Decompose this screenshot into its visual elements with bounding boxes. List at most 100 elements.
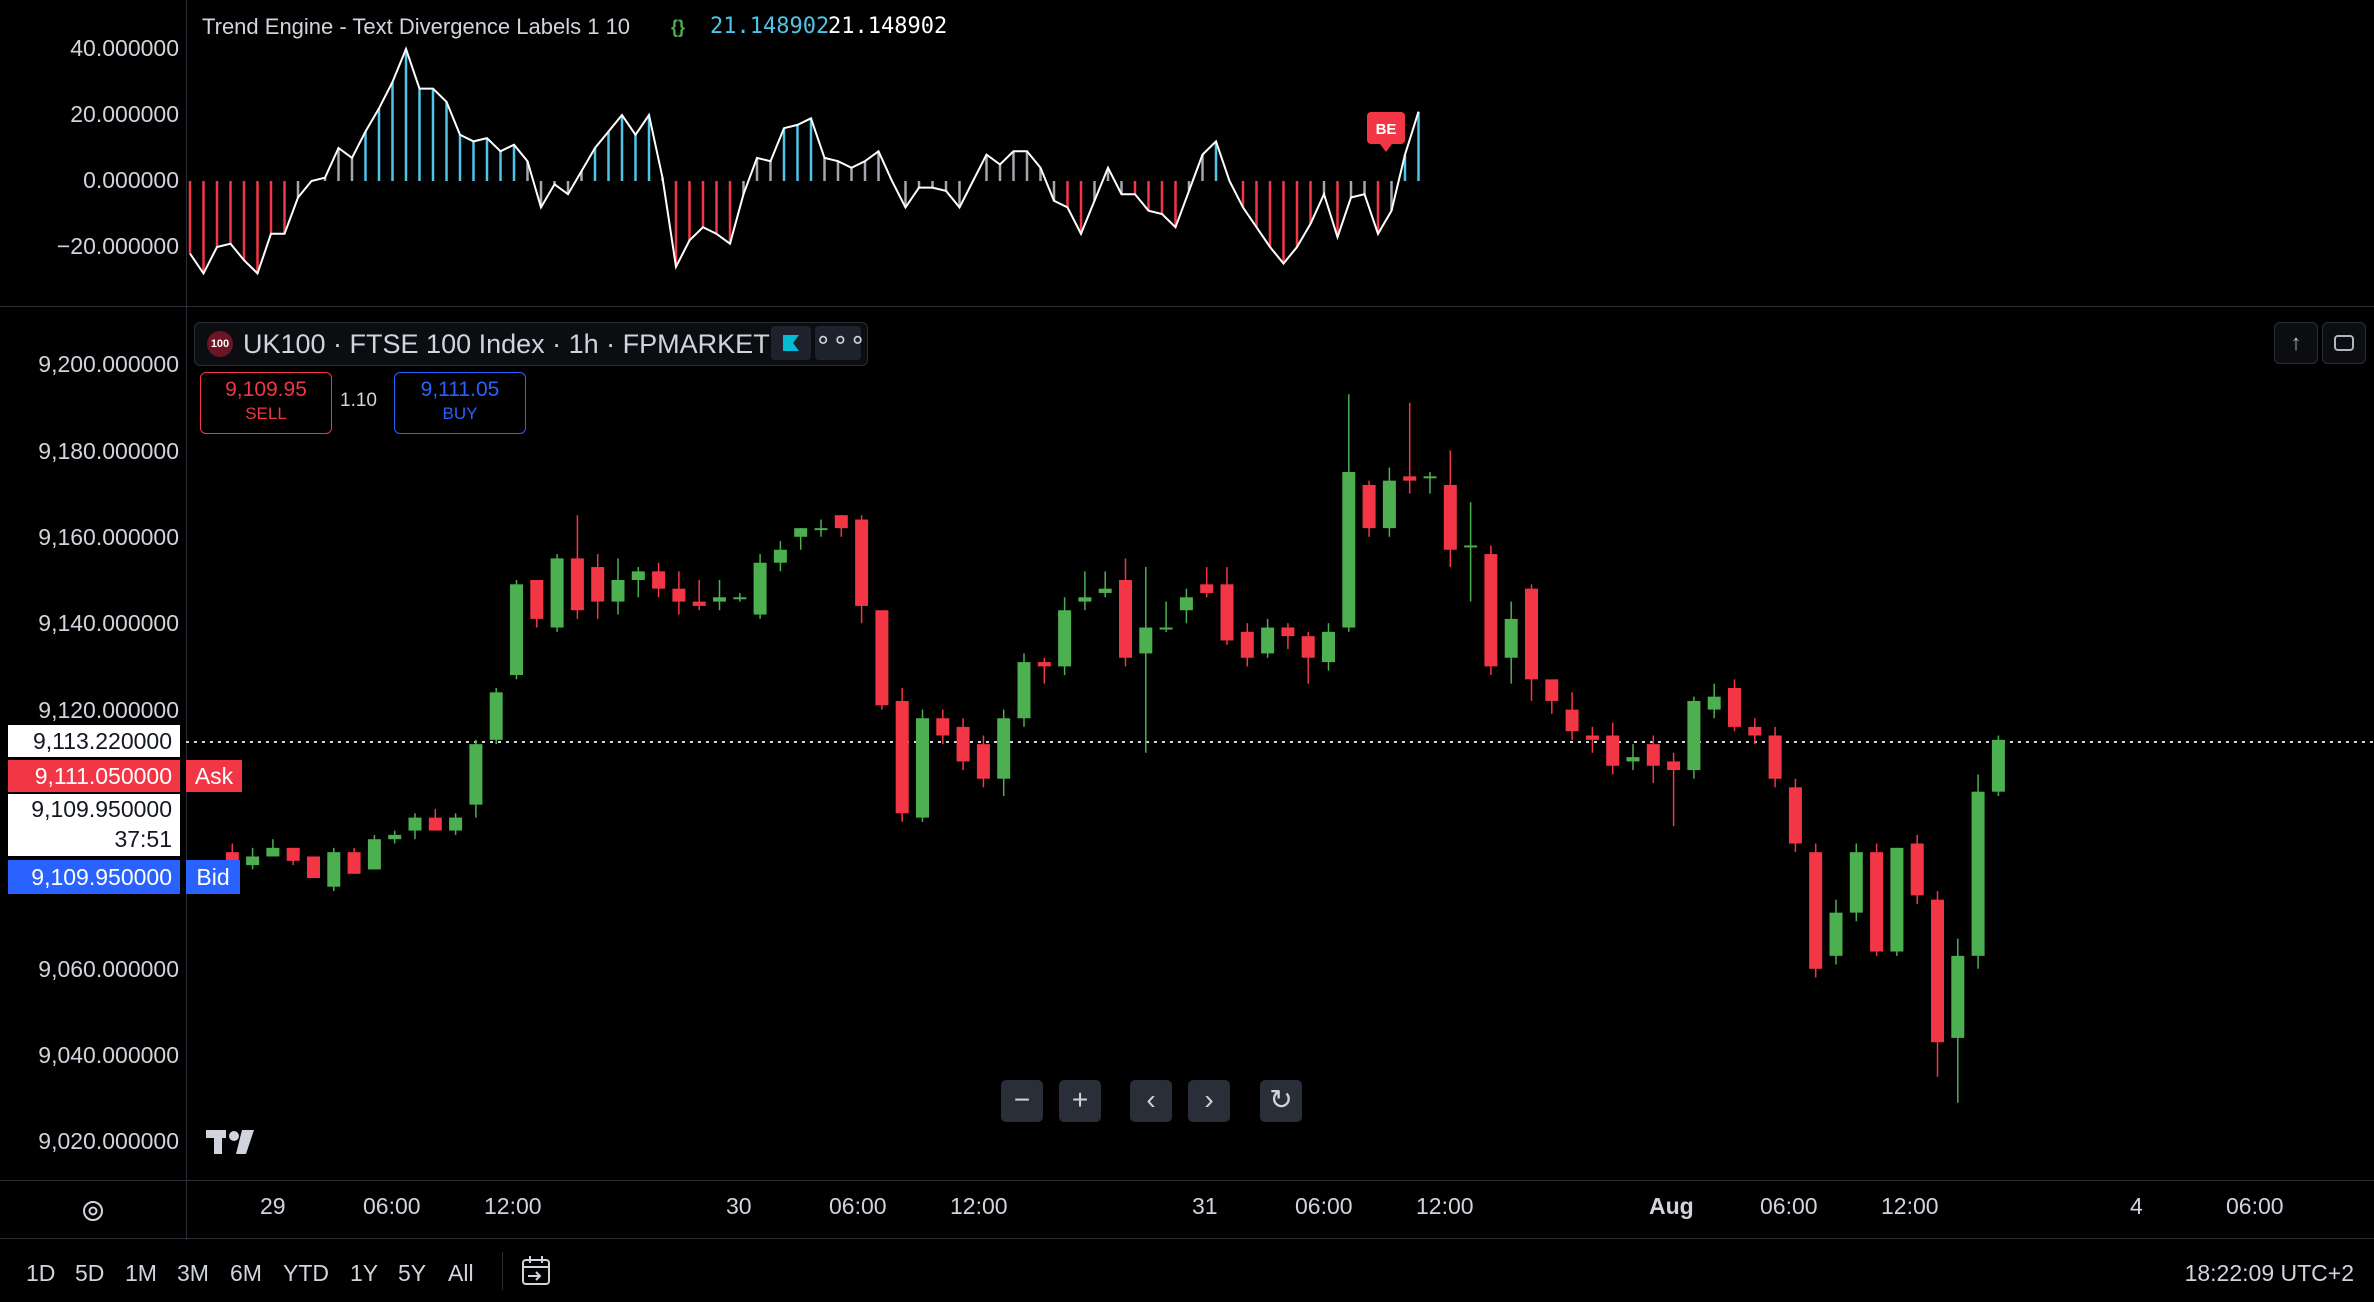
time-axis-label: 12:00 bbox=[1416, 1193, 1474, 1219]
flag-button[interactable] bbox=[771, 326, 811, 360]
arrow-up-icon: ↑ bbox=[2290, 330, 2302, 355]
candle bbox=[1646, 735, 1660, 784]
candle bbox=[1301, 631, 1315, 684]
candle bbox=[1565, 692, 1579, 740]
bid-label: Bid bbox=[186, 860, 240, 894]
candle bbox=[367, 834, 381, 870]
scroll-right-button[interactable]: › bbox=[1188, 1080, 1230, 1122]
sell-price: 9,109.95 bbox=[225, 378, 307, 401]
sell-label: SELL bbox=[245, 404, 287, 423]
symbol-title[interactable]: UK100 · FTSE 100 Index · 1h · FPMARKETS bbox=[243, 329, 788, 360]
range-5d-button[interactable]: 5D bbox=[75, 1260, 104, 1287]
time-axis-label: 12:00 bbox=[1881, 1193, 1939, 1219]
price-scale-label: 9,040.000000 bbox=[38, 1042, 179, 1068]
candle bbox=[1971, 774, 1985, 969]
timezone-clock[interactable]: 18:22:09 UTC+2 bbox=[2185, 1260, 2354, 1287]
candle bbox=[408, 813, 422, 840]
range-5y-button[interactable]: 5Y bbox=[398, 1260, 426, 1287]
time-axis-label: 12:00 bbox=[950, 1193, 1008, 1219]
sell-button[interactable]: 9,109.95 SELL bbox=[200, 372, 332, 434]
candle bbox=[246, 847, 260, 870]
candle bbox=[1362, 480, 1376, 537]
candle bbox=[550, 554, 564, 632]
reset-chart-button[interactable]: ↻ bbox=[1260, 1080, 1302, 1122]
flag-icon bbox=[783, 335, 799, 351]
scroll-up-button[interactable]: ↑ bbox=[2274, 322, 2318, 364]
candle bbox=[1748, 718, 1762, 745]
tradingview-logo[interactable] bbox=[206, 1126, 262, 1156]
range-1d-button[interactable]: 1D bbox=[26, 1260, 55, 1287]
candle bbox=[1423, 472, 1437, 494]
candle bbox=[1890, 847, 1904, 956]
candle bbox=[652, 562, 666, 598]
candle bbox=[1545, 679, 1559, 714]
price-scale-label: 9,180.000000 bbox=[38, 438, 179, 464]
candle bbox=[286, 847, 300, 866]
range-1m-button[interactable]: 1M bbox=[125, 1260, 157, 1287]
candle bbox=[1159, 601, 1173, 632]
bid-countdown-tag: 9,109.950000 37:51 bbox=[8, 794, 180, 856]
symbol-header[interactable]: 100 UK100 · FTSE 100 Index · 1h · FPMARK… bbox=[194, 322, 868, 366]
maximize-icon bbox=[2334, 335, 2354, 351]
candle bbox=[1910, 834, 1924, 904]
range-6m-button[interactable]: 6M bbox=[230, 1260, 262, 1287]
range-all-button[interactable]: All bbox=[448, 1260, 474, 1287]
time-axis-label: 12:00 bbox=[484, 1193, 542, 1219]
candle bbox=[1687, 696, 1701, 779]
range-ytd-button[interactable]: YTD bbox=[283, 1260, 329, 1287]
candle bbox=[307, 856, 320, 879]
buy-label: BUY bbox=[442, 404, 478, 423]
candle bbox=[773, 541, 787, 572]
last-price-tag: 9,113.220000 bbox=[8, 725, 180, 757]
candle bbox=[1443, 450, 1457, 568]
price-scale-label: 9,020.000000 bbox=[38, 1128, 179, 1154]
candle bbox=[1829, 899, 1843, 965]
candle bbox=[428, 808, 442, 831]
candle bbox=[469, 739, 483, 818]
candle bbox=[510, 580, 523, 680]
candle bbox=[1078, 571, 1092, 611]
candle bbox=[997, 709, 1011, 796]
scroll-left-button[interactable]: ‹ bbox=[1130, 1080, 1172, 1122]
candle bbox=[631, 567, 645, 598]
more-options-button[interactable]: ∘∘∘ bbox=[815, 326, 866, 360]
bid-upper-price: 9,109.950000 bbox=[31, 796, 172, 822]
candle bbox=[1322, 623, 1335, 671]
candle bbox=[1870, 843, 1884, 956]
candle bbox=[1382, 467, 1396, 537]
candle bbox=[855, 515, 869, 624]
candle bbox=[1525, 584, 1538, 701]
candle bbox=[1991, 735, 2005, 796]
candle bbox=[794, 528, 808, 550]
candle bbox=[895, 688, 909, 822]
zoom-out-button[interactable]: − bbox=[1001, 1080, 1043, 1122]
buy-button[interactable]: 9,111.05 BUY bbox=[394, 372, 526, 434]
candle bbox=[388, 830, 402, 844]
time-axis-label: 31 bbox=[1192, 1193, 1218, 1219]
settings-gear-icon[interactable] bbox=[78, 1196, 108, 1226]
calendar-goto-date-icon[interactable] bbox=[520, 1254, 554, 1288]
price-scale-label: 9,060.000000 bbox=[38, 956, 179, 982]
maximize-pane-button[interactable] bbox=[2322, 322, 2366, 364]
candle bbox=[713, 580, 726, 611]
zoom-in-button[interactable]: + bbox=[1059, 1080, 1101, 1122]
symbol-logo-icon: 100 bbox=[207, 331, 233, 357]
candle bbox=[916, 709, 929, 822]
price-scale-label: 9,140.000000 bbox=[38, 610, 179, 636]
candle bbox=[1119, 558, 1132, 667]
candle bbox=[1342, 394, 1356, 632]
range-1y-button[interactable]: 1Y bbox=[350, 1260, 378, 1287]
time-axis-label: 06:00 bbox=[363, 1193, 421, 1219]
candle bbox=[936, 709, 950, 745]
candle bbox=[1768, 726, 1782, 788]
candle bbox=[1951, 938, 1965, 1103]
candle bbox=[1585, 726, 1599, 753]
range-3m-button[interactable]: 3M bbox=[177, 1260, 209, 1287]
candle bbox=[1058, 597, 1072, 676]
candlestick-chart[interactable] bbox=[0, 0, 2374, 1180]
candle bbox=[327, 847, 341, 892]
time-axis-label: 06:00 bbox=[2226, 1193, 2284, 1219]
candle bbox=[834, 515, 848, 537]
time-axis-label: 06:00 bbox=[829, 1193, 887, 1219]
price-scale-label: 9,200.000000 bbox=[38, 351, 179, 377]
